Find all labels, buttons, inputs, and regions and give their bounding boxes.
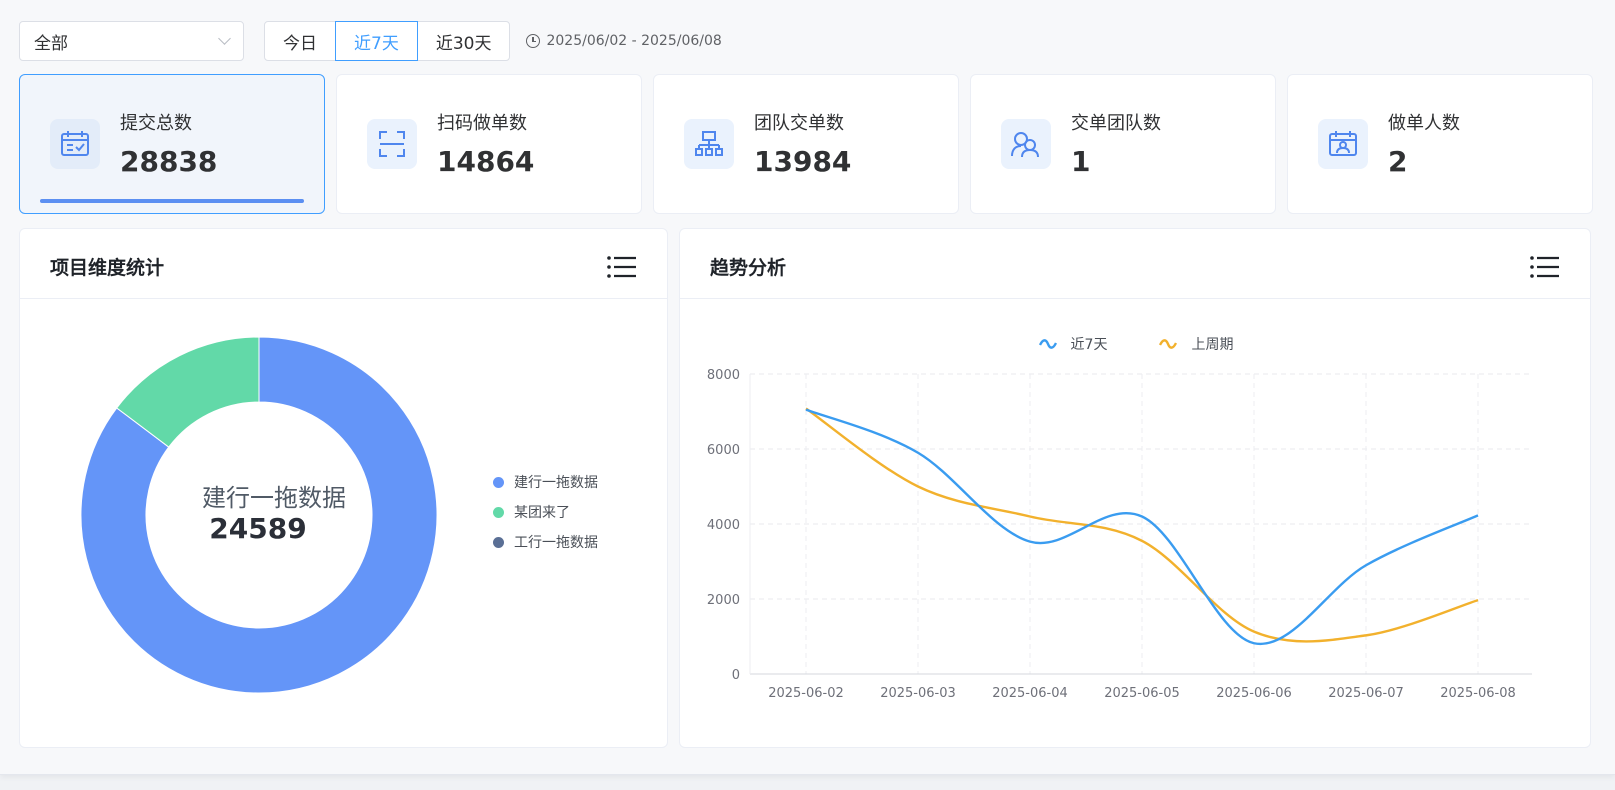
legend-item-ccb[interactable]: 建行一拖数据 bbox=[493, 467, 598, 497]
project-donut-chart: 建行一拖数据 24589 bbox=[80, 336, 438, 694]
stat-value: 1 bbox=[1071, 145, 1091, 178]
legend-dot bbox=[493, 536, 504, 548]
x-tick-label: 2025-06-05 bbox=[1104, 686, 1180, 701]
scan-icon bbox=[367, 119, 417, 169]
donut-center-label: 建行一拖数据 bbox=[202, 484, 346, 512]
legend-dot bbox=[493, 476, 504, 488]
x-tick-label: 2025-06-03 bbox=[880, 686, 956, 701]
active-indicator-bar bbox=[40, 199, 304, 203]
trend-analysis-panel: 趋势分析 近7天 上周期 0 2000 4000 6000 8000 2025-06-02… bbox=[679, 228, 1591, 748]
stat-card-team-orders[interactable]: 团队交单数 13984 bbox=[653, 74, 959, 214]
chevron-down-icon bbox=[218, 32, 231, 45]
range-7days-button[interactable]: 近7天 bbox=[335, 21, 418, 61]
y-tick-label: 4000 bbox=[707, 518, 740, 533]
date-range-display: 2025/06/02 - 2025/06/08 bbox=[526, 33, 722, 49]
donut-center-value: 24589 bbox=[209, 512, 306, 545]
date-range-text: 2025/06/02 - 2025/06/08 bbox=[546, 33, 722, 49]
range-today-button[interactable]: 今日 bbox=[264, 21, 336, 61]
clock-icon bbox=[526, 34, 541, 48]
calendar-check-icon bbox=[50, 119, 100, 169]
legend-label: 工行一拖数据 bbox=[514, 535, 598, 551]
range-segmented-control: 今日 近7天 近30天 bbox=[264, 21, 511, 61]
y-tick-label: 8000 bbox=[707, 368, 740, 383]
x-tick-label: 2025-06-04 bbox=[992, 686, 1068, 701]
panel-title: 项目维度统计 bbox=[50, 257, 165, 279]
stat-label: 交单团队数 bbox=[1071, 113, 1161, 134]
x-tick-label: 2025-06-06 bbox=[1216, 686, 1292, 701]
y-tick-label: 2000 bbox=[707, 593, 740, 608]
y-tick-label: 0 bbox=[732, 668, 740, 683]
filter-toolbar: 全部 今日 近7天 近30天 2025/06/02 - 2025/06/08 bbox=[19, 21, 722, 61]
y-tick-label: 6000 bbox=[707, 443, 740, 458]
legend-item-meituan[interactable]: 某团来了 bbox=[493, 497, 598, 527]
stat-label: 团队交单数 bbox=[754, 113, 844, 134]
project-stats-panel: 项目维度统计 建行一拖数据 24589 建行一拖数据 某团来了 工行一拖数据 bbox=[19, 228, 668, 748]
legend-item-icbc[interactable]: 工行一拖数据 bbox=[493, 527, 598, 557]
stat-label: 做单人数 bbox=[1388, 113, 1460, 134]
x-tick-label: 2025-06-02 bbox=[768, 686, 844, 701]
stat-value: 2 bbox=[1388, 145, 1408, 178]
stat-value: 13984 bbox=[754, 145, 852, 178]
stat-card-order-makers[interactable]: 做单人数 2 bbox=[1287, 74, 1593, 214]
panel-header: 趋势分析 bbox=[680, 229, 1590, 299]
scope-select[interactable]: 全部 bbox=[19, 21, 244, 61]
dashboard-page: 全部 今日 近7天 近30天 2025/06/02 - 2025/06/08 提… bbox=[0, 0, 1615, 775]
panel-title: 趋势分析 bbox=[710, 257, 787, 279]
legend-label: 某团来了 bbox=[514, 505, 570, 521]
stat-card-submitted-total[interactable]: 提交总数 28838 bbox=[19, 74, 325, 214]
donut-legend: 建行一拖数据 某团来了 工行一拖数据 bbox=[493, 467, 598, 557]
panel-header: 项目维度统计 bbox=[20, 229, 667, 299]
stat-cards: 提交总数 28838 扫码做单数 14864 团队交单数 13984 交单团队数… bbox=[19, 74, 1593, 214]
series-line-1[interactable] bbox=[805, 407, 1479, 643]
stat-card-scan-orders[interactable]: 扫码做单数 14864 bbox=[336, 74, 642, 214]
org-chart-icon bbox=[684, 119, 734, 169]
trend-line-chart: 0 2000 4000 6000 8000 2025-06-02 2025-06-03 202… bbox=[707, 368, 1532, 701]
stat-card-submitting-teams[interactable]: 交单团队数 1 bbox=[970, 74, 1276, 214]
calendar-user-icon bbox=[1318, 119, 1368, 169]
legend-dot bbox=[493, 506, 504, 518]
scope-select-value: 全部 bbox=[34, 33, 68, 54]
list-menu-icon[interactable] bbox=[607, 255, 637, 279]
stat-value: 28838 bbox=[120, 145, 218, 178]
legend-label: 建行一拖数据 bbox=[514, 475, 598, 491]
x-tick-label: 2025-06-07 bbox=[1328, 686, 1404, 701]
list-menu-icon[interactable] bbox=[1530, 255, 1560, 279]
team-users-icon bbox=[1001, 119, 1051, 169]
range-30days-button[interactable]: 近30天 bbox=[416, 21, 511, 61]
x-tick-label: 2025-06-08 bbox=[1440, 686, 1516, 701]
stat-label: 提交总数 bbox=[120, 113, 192, 134]
stat-label: 扫码做单数 bbox=[437, 113, 527, 134]
stat-value: 14864 bbox=[437, 145, 535, 178]
